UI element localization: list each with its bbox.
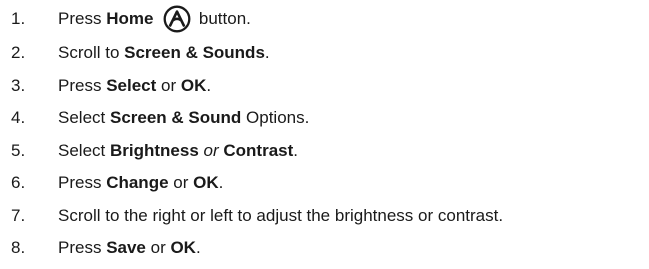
step-text-segment: Scroll to the right or left to adjust th… <box>58 206 504 225</box>
step-number: 2. <box>11 43 26 62</box>
bold-term: Save <box>106 238 146 257</box>
bold-term: Screen & Sounds <box>124 43 265 62</box>
step-text-segment: Press <box>58 238 107 257</box>
step-number: 1. <box>11 9 26 28</box>
step-number: 6. <box>11 173 26 192</box>
bold-term: Select <box>106 76 157 95</box>
step-text-segment: . <box>264 43 270 62</box>
step-text: Scroll to Screen & Sounds. <box>58 43 270 63</box>
step-text-segment: Options. <box>241 108 310 127</box>
step-number: 8. <box>11 238 26 257</box>
step-text: Press Save or OK. <box>58 238 201 258</box>
step-text: Press Select or OK. <box>58 76 211 96</box>
step-text-segment: or <box>145 238 171 257</box>
step-text-segment: . <box>206 76 212 95</box>
step-text: Scroll to the right or left to adjust th… <box>58 206 503 226</box>
step-number: 3. <box>11 76 26 95</box>
step-text-segment: Press <box>58 173 107 192</box>
step-text-segment: Press <box>58 9 107 28</box>
step-text: Press Home button. <box>58 5 251 33</box>
bold-term: OK <box>170 238 196 257</box>
step-text-segment: . <box>293 141 299 160</box>
step-text-segment <box>153 9 158 29</box>
bold-term: Screen & Sound <box>109 108 242 127</box>
step-text-segment: Select <box>58 108 110 127</box>
bold-term: Contrast <box>223 141 294 160</box>
step-number: 7. <box>11 206 26 225</box>
step-text-segment: button. <box>194 9 251 28</box>
step-text-segment: or <box>168 173 194 192</box>
step-text: Select Screen & Sound Options. <box>58 108 309 128</box>
step-text-segment: or <box>156 76 181 95</box>
bold-term: OK <box>180 76 207 95</box>
bold-term: Brightness <box>109 141 199 160</box>
step-text-segment: Press <box>58 76 107 95</box>
step-text: Select Brightness or Contrast. <box>58 141 298 161</box>
step-text-segment: Scroll to <box>58 43 125 62</box>
step-number: 4. <box>11 108 26 127</box>
step-text-segment: . <box>218 173 224 192</box>
italic-text: or <box>203 141 219 160</box>
step-text-segment: . <box>195 238 201 257</box>
step-text: Press Change or OK. <box>58 173 223 193</box>
step-number: 5. <box>11 141 26 160</box>
bold-term: Change <box>106 173 169 192</box>
bold-term: Home <box>106 9 154 28</box>
home-button-icon <box>163 5 191 33</box>
bold-term: OK <box>193 173 219 192</box>
step-text-segment: Select <box>58 141 110 160</box>
